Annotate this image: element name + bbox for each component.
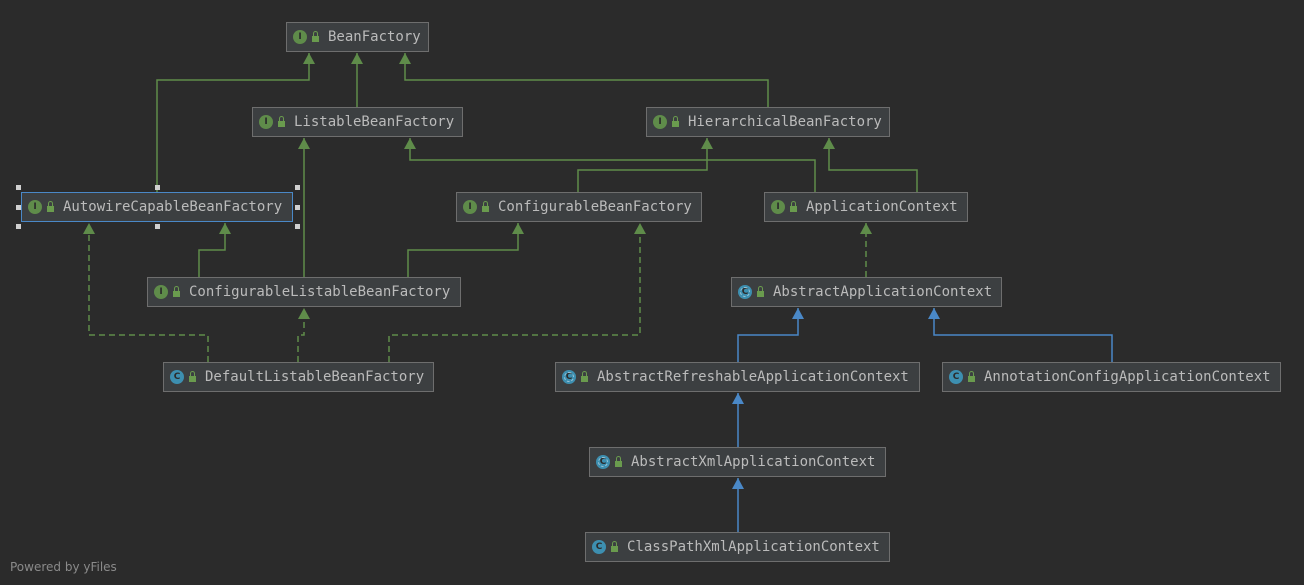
node-label: AbstractXmlApplicationContext xyxy=(631,454,876,470)
public-lock-icon xyxy=(278,116,285,127)
inheritance-arrowhead xyxy=(298,308,310,319)
inheritance-arrowhead xyxy=(823,138,835,149)
node-class-path-xml-application-context[interactable]: C ClassPathXmlApplicationContext xyxy=(585,532,890,562)
selection-handle[interactable] xyxy=(16,185,21,190)
node-label: AnnotationConfigApplicationContext xyxy=(984,369,1271,385)
node-label: ClassPathXmlApplicationContext xyxy=(627,539,880,555)
node-autowire-capable-bean-factory[interactable]: I AutowireCapableBeanFactory xyxy=(21,192,293,222)
inheritance-arrowhead xyxy=(634,223,646,234)
abstract-class-icon: C xyxy=(596,455,610,469)
interface-icon: I xyxy=(28,200,42,214)
node-hierarchical-bean-factory[interactable]: I HierarchicalBeanFactory xyxy=(646,107,890,137)
interface-icon: I xyxy=(154,285,168,299)
public-lock-icon xyxy=(47,201,54,212)
public-lock-icon xyxy=(189,371,196,382)
node-application-context[interactable]: I ApplicationContext xyxy=(764,192,968,222)
interface-icon: I xyxy=(463,200,477,214)
inheritance-arrowhead xyxy=(404,138,416,149)
public-lock-icon xyxy=(968,371,975,382)
edge-appctx-to-listable xyxy=(409,138,816,192)
public-lock-icon xyxy=(611,541,618,552)
selection-handle[interactable] xyxy=(16,224,21,229)
node-label: ConfigurableListableBeanFactory xyxy=(189,284,451,300)
inheritance-arrowhead xyxy=(298,138,310,149)
node-default-listable-bean-factory[interactable]: C DefaultListableBeanFactory xyxy=(163,362,434,392)
inheritance-arrowhead xyxy=(701,138,713,149)
node-bean-factory[interactable]: I BeanFactory xyxy=(286,22,429,52)
inheritance-arrowhead xyxy=(219,223,231,234)
edge-appctx-to-hierarchical xyxy=(828,138,918,192)
inheritance-arrowhead xyxy=(860,223,872,234)
powered-by-footer: Powered by yFiles xyxy=(10,560,117,574)
node-label: ApplicationContext xyxy=(806,199,958,215)
node-label: AutowireCapableBeanFactory xyxy=(63,199,283,215)
public-lock-icon xyxy=(173,286,180,297)
node-listable-bean-factory[interactable]: I ListableBeanFactory xyxy=(252,107,463,137)
class-icon: C xyxy=(170,370,184,384)
node-label: ConfigurableBeanFactory xyxy=(498,199,692,215)
node-configurable-bean-factory[interactable]: I ConfigurableBeanFactory xyxy=(456,192,702,222)
selection-handle[interactable] xyxy=(155,224,160,229)
inheritance-arrowhead xyxy=(792,308,804,319)
interface-icon: I xyxy=(771,200,785,214)
node-abstract-xml-application-context[interactable]: C AbstractXmlApplicationContext xyxy=(589,447,886,477)
selection-handle[interactable] xyxy=(16,205,21,210)
node-label: AbstractRefreshableApplicationContext xyxy=(597,369,909,385)
edge-refreshable-to-abstractctx xyxy=(737,308,799,362)
node-abstract-refreshable-application-context[interactable]: C AbstractRefreshableApplicationContext xyxy=(555,362,920,392)
edge-configurable-to-hierarchical xyxy=(577,138,708,192)
inheritance-arrowhead xyxy=(512,223,524,234)
abstract-class-icon: C xyxy=(562,370,576,384)
class-icon: C xyxy=(592,540,606,554)
inheritance-arrowhead xyxy=(303,53,315,64)
node-abstract-application-context[interactable]: C AbstractApplicationContext xyxy=(731,277,1002,307)
inheritance-arrowhead xyxy=(928,308,940,319)
node-label: BeanFactory xyxy=(328,29,421,45)
node-label: ListableBeanFactory xyxy=(294,114,455,130)
selection-handle[interactable] xyxy=(295,224,300,229)
abstract-class-icon: C xyxy=(738,285,752,299)
edge-hierarchical-to-beanfactory xyxy=(404,53,769,107)
interface-icon: I xyxy=(653,115,667,129)
node-label: DefaultListableBeanFactory xyxy=(205,369,425,385)
node-label: AbstractApplicationContext xyxy=(773,284,993,300)
inheritance-arrowhead xyxy=(732,393,744,404)
selection-handle[interactable] xyxy=(295,185,300,190)
public-lock-icon xyxy=(757,286,764,297)
public-lock-icon xyxy=(615,456,622,467)
public-lock-icon xyxy=(672,116,679,127)
class-icon: C xyxy=(949,370,963,384)
public-lock-icon xyxy=(482,201,489,212)
public-lock-icon xyxy=(312,31,319,42)
node-label: HierarchicalBeanFactory xyxy=(688,114,882,130)
public-lock-icon xyxy=(790,201,797,212)
interface-icon: I xyxy=(259,115,273,129)
inheritance-arrowhead xyxy=(399,53,411,64)
inheritance-arrowhead xyxy=(351,53,363,64)
inheritance-arrowhead xyxy=(83,223,95,234)
node-annotation-config-application-context[interactable]: C AnnotationConfigApplicationContext xyxy=(942,362,1281,392)
public-lock-icon xyxy=(581,371,588,382)
node-configurable-listable-bean-factory[interactable]: I ConfigurableListableBeanFactory xyxy=(147,277,461,307)
selection-handle[interactable] xyxy=(155,185,160,190)
edge-configlistable-to-configurable xyxy=(407,223,519,277)
selection-handle[interactable] xyxy=(295,205,300,210)
edge-annotation-to-abstractctx xyxy=(933,308,1113,362)
inheritance-arrowhead xyxy=(732,478,744,489)
interface-icon: I xyxy=(293,30,307,44)
